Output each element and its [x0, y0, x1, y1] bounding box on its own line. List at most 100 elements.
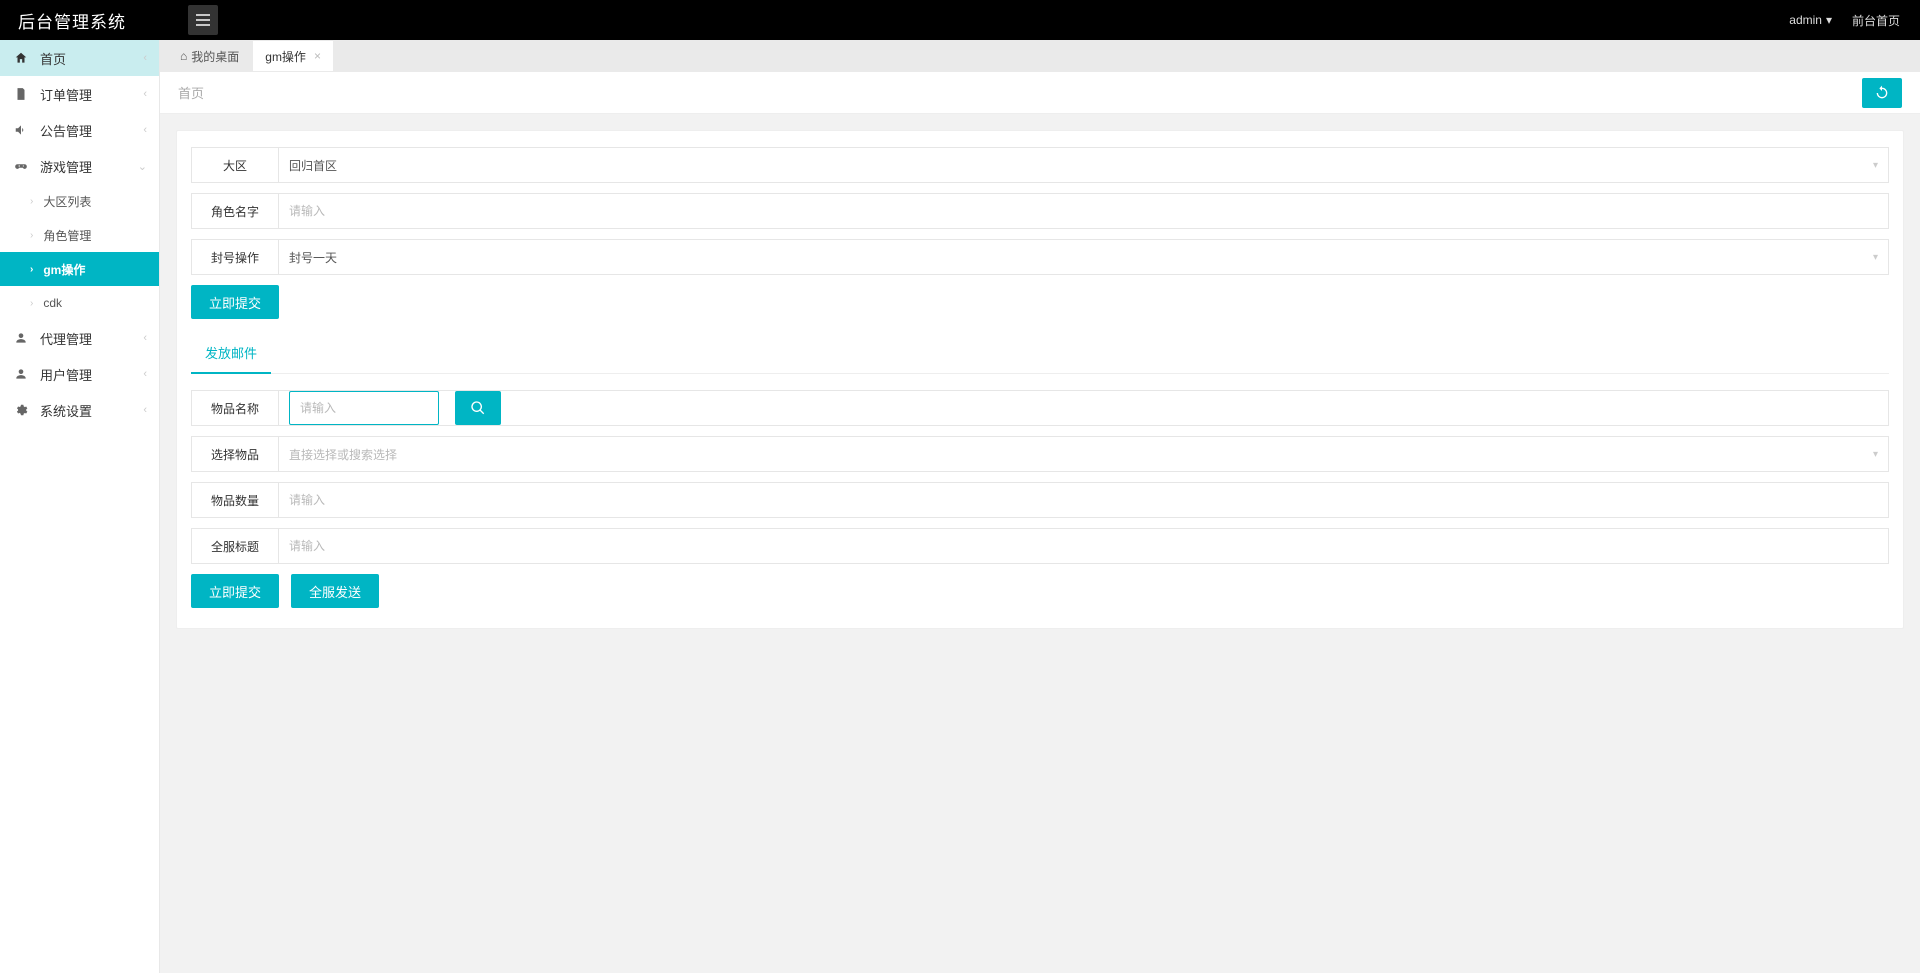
sidebar-item-game[interactable]: 游戏管理 ⌄: [0, 148, 159, 184]
label-item-name: 物品名称: [191, 390, 279, 426]
chevron-right-icon: ›: [30, 298, 33, 309]
chevron-down-icon: ⌄: [138, 160, 147, 173]
row-item-name: 物品名称: [191, 390, 1889, 426]
tab-gm[interactable]: gm操作 ×: [253, 41, 333, 71]
input-role-wrap: [279, 193, 1889, 229]
close-icon[interactable]: ×: [314, 49, 321, 63]
top-right-nav: admin ▾ 前台首页: [1769, 12, 1920, 29]
sidebar-item-announce[interactable]: 公告管理 ‹: [0, 112, 159, 148]
input-qty-wrap: [279, 482, 1889, 518]
refresh-button[interactable]: [1862, 78, 1902, 108]
tab-label: 我的桌面: [191, 48, 239, 65]
main-region: ⌂ 我的桌面 gm操作 × 首页 大区 回归首区 ▾: [160, 40, 1920, 973]
submit-button-2[interactable]: 立即提交: [191, 574, 279, 608]
label-zone: 大区: [191, 147, 279, 183]
chevron-left-icon: ‹: [143, 404, 147, 416]
home-icon: ⌂: [180, 49, 187, 63]
chevron-down-icon: ▾: [1873, 252, 1878, 263]
user-icon: [12, 331, 30, 345]
select-item-placeholder: 直接选择或搜索选择: [289, 446, 397, 463]
sidebar-item-label: 游戏管理: [30, 157, 138, 176]
chevron-left-icon: ‹: [143, 368, 147, 380]
label-select-item: 选择物品: [191, 436, 279, 472]
row-zone: 大区 回归首区 ▾: [191, 147, 1889, 183]
sidebar-sub-zone-list[interactable]: › 大区列表: [0, 184, 159, 218]
breadcrumb: 首页: [178, 83, 204, 102]
chevron-left-icon: ‹: [143, 88, 147, 100]
input-title[interactable]: [289, 539, 1878, 553]
send-all-button[interactable]: 全服发送: [291, 574, 379, 608]
sidebar-item-label: 系统设置: [30, 401, 143, 420]
sidebar-sub-label: 大区列表: [43, 193, 91, 210]
hamburger-icon: [196, 14, 210, 26]
sidebar-item-user[interactable]: 用户管理 ‹: [0, 356, 159, 392]
label-title: 全服标题: [191, 528, 279, 564]
chevron-down-icon: ▾: [1873, 160, 1878, 171]
sidebar-item-agent[interactable]: 代理管理 ‹: [0, 320, 159, 356]
search-button[interactable]: [455, 391, 501, 425]
submit-row-1: 立即提交: [191, 285, 1889, 319]
sidebar-item-label: 首页: [30, 49, 143, 68]
row-title: 全服标题: [191, 528, 1889, 564]
sidebar-toggle-button[interactable]: [188, 5, 218, 35]
sidebar-sub-label: cdk: [43, 296, 62, 310]
user-icon: [12, 367, 30, 381]
row-qty: 物品数量: [191, 482, 1889, 518]
form-card: 大区 回归首区 ▾ 角色名字 封号操作 封号一天 ▾: [176, 130, 1904, 629]
chevron-right-icon: ›: [30, 196, 33, 207]
label-role: 角色名字: [191, 193, 279, 229]
input-qty[interactable]: [289, 493, 1878, 507]
chevron-left-icon: ‹: [143, 332, 147, 344]
user-menu[interactable]: admin ▾: [1789, 13, 1832, 27]
sidebar-sub-gm[interactable]: › gm操作: [0, 252, 159, 286]
top-bar: 后台管理系统 admin ▾ 前台首页: [0, 0, 1920, 40]
sidebar-item-label: 公告管理: [30, 121, 143, 140]
sidebar-item-system[interactable]: 系统设置 ‹: [0, 392, 159, 428]
row-ban: 封号操作 封号一天 ▾: [191, 239, 1889, 275]
select-item[interactable]: 直接选择或搜索选择 ▾: [279, 436, 1889, 472]
inner-tab-bar: 发放邮件: [191, 333, 1889, 374]
tab-bar: ⌂ 我的桌面 gm操作 ×: [160, 40, 1920, 72]
select-zone-value: 回归首区: [289, 157, 337, 174]
inner-tab-mail[interactable]: 发放邮件: [191, 333, 271, 374]
input-title-wrap: [279, 528, 1889, 564]
frontend-link[interactable]: 前台首页: [1852, 12, 1900, 29]
submit-button-1[interactable]: 立即提交: [191, 285, 279, 319]
sidebar-item-home[interactable]: 首页 ‹: [0, 40, 159, 76]
content-body: 大区 回归首区 ▾ 角色名字 封号操作 封号一天 ▾: [160, 114, 1920, 645]
tab-desktop[interactable]: ⌂ 我的桌面: [168, 41, 251, 71]
tab-label: gm操作: [265, 48, 306, 65]
brand-title: 后台管理系统: [0, 8, 180, 33]
chevron-right-icon: ›: [30, 264, 33, 275]
select-ban-value: 封号一天: [289, 249, 337, 266]
page-title-row: 首页: [160, 72, 1920, 114]
sidebar: 首页 ‹ 订单管理 ‹ 公告管理 ‹ 游戏管理 ⌄ › 大区列表 › 角色管理 …: [0, 40, 160, 973]
sidebar-item-label: 订单管理: [30, 85, 143, 104]
sidebar-sub-label: gm操作: [43, 261, 85, 278]
chevron-left-icon: ‹: [143, 124, 147, 136]
select-zone[interactable]: 回归首区 ▾: [279, 147, 1889, 183]
select-ban[interactable]: 封号一天 ▾: [279, 239, 1889, 275]
sidebar-sub-cdk[interactable]: › cdk: [0, 286, 159, 320]
search-icon: [470, 400, 486, 416]
caret-down-icon: ▾: [1826, 13, 1832, 27]
row-role: 角色名字: [191, 193, 1889, 229]
joystick-icon: [12, 159, 30, 173]
input-role[interactable]: [289, 204, 1878, 218]
sidebar-item-label: 用户管理: [30, 365, 143, 384]
refresh-icon: [1874, 85, 1890, 101]
label-qty: 物品数量: [191, 482, 279, 518]
row-select-item: 选择物品 直接选择或搜索选择 ▾: [191, 436, 1889, 472]
speaker-icon: [12, 123, 30, 137]
sidebar-sub-role-mgmt[interactable]: › 角色管理: [0, 218, 159, 252]
user-name: admin: [1789, 13, 1822, 27]
document-icon: [12, 87, 30, 101]
sidebar-item-orders[interactable]: 订单管理 ‹: [0, 76, 159, 112]
sidebar-item-label: 代理管理: [30, 329, 143, 348]
chevron-right-icon: ›: [30, 230, 33, 241]
label-ban: 封号操作: [191, 239, 279, 275]
chevron-down-icon: ▾: [1873, 449, 1878, 460]
submit-row-2: 立即提交 全服发送: [191, 574, 1889, 608]
input-item-name[interactable]: [289, 391, 439, 425]
sidebar-sub-label: 角色管理: [43, 227, 91, 244]
